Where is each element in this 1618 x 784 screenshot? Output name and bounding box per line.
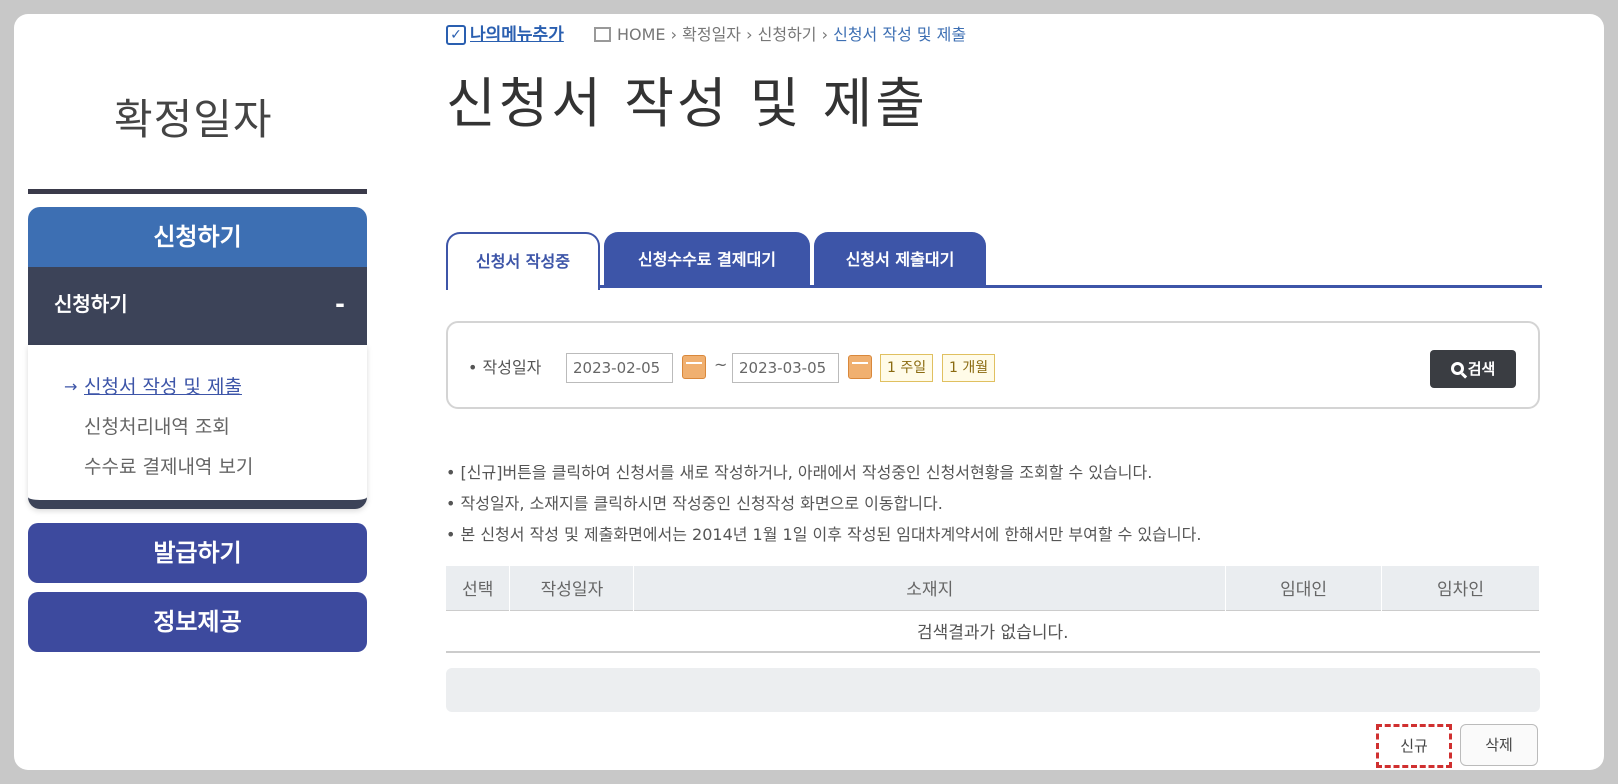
nav-issue-button[interactable]: 발급하기 bbox=[28, 523, 367, 583]
nav-apply-main[interactable]: 신청하기 bbox=[28, 207, 367, 267]
breadcrumb-item[interactable]: 확정일자 bbox=[682, 25, 741, 44]
note-line: • [신규]버튼을 클릭하여 신청서를 새로 작성하거나, 아래에서 작성중인 … bbox=[446, 463, 1153, 482]
search-panel: • 작성일자 ~ 1 주일 1 개월 검색 bbox=[446, 321, 1540, 409]
breadcrumb-separator: › bbox=[746, 25, 753, 44]
tab-fee-payment[interactable]: 신청수수료 결제대기 bbox=[604, 232, 810, 288]
table-header-row: 선택 작성일자 소재지 임대인 임차인 bbox=[446, 566, 1540, 610]
breadcrumb-current: 신청서 작성 및 제출 bbox=[833, 25, 967, 44]
arrow-right-icon: → bbox=[64, 377, 78, 396]
col-location: 소재지 bbox=[633, 566, 1227, 610]
nav-sub-list: → 신청서 작성 및 제출 신청처리내역 조회 수수료 결제내역 보기 bbox=[28, 345, 367, 509]
nav-apply-sub-label: 신청하기 bbox=[54, 292, 128, 316]
search-button-label: 검색 bbox=[1467, 360, 1496, 378]
calendar-icon[interactable] bbox=[682, 355, 706, 379]
breadcrumb-separator: › bbox=[670, 25, 678, 44]
date-from-input[interactable] bbox=[566, 353, 673, 383]
sidebar-item-payment-history[interactable]: 수수료 결제내역 보기 bbox=[28, 447, 367, 487]
sidebar-item-label: 수수료 결제내역 보기 bbox=[84, 456, 254, 478]
breadcrumb-separator: › bbox=[821, 25, 829, 44]
col-select: 선택 bbox=[446, 566, 511, 610]
search-button[interactable]: 검색 bbox=[1430, 350, 1516, 388]
date-label: • 작성일자 bbox=[468, 358, 542, 377]
date-range-tilde: ~ bbox=[714, 355, 728, 374]
col-tenant: 임차인 bbox=[1381, 566, 1540, 610]
sidebar-item-label: 신청처리내역 조회 bbox=[84, 416, 230, 438]
tab-writing[interactable]: 신청서 작성중 bbox=[446, 232, 600, 290]
delete-button[interactable]: 삭제 bbox=[1460, 724, 1538, 766]
col-date: 작성일자 bbox=[509, 566, 635, 610]
one-week-button[interactable]: 1 주일 bbox=[880, 354, 934, 382]
add-my-menu-label: 나의메뉴추가 bbox=[470, 25, 564, 45]
col-landlord: 임대인 bbox=[1225, 566, 1383, 610]
add-my-menu-link[interactable]: ✓ 나의메뉴추가 bbox=[446, 20, 564, 45]
sidebar-title: 확정일자 bbox=[114, 95, 273, 144]
note-line: • 본 신청서 작성 및 제출화면에서는 2014년 1월 1일 이후 작성된 … bbox=[446, 525, 1202, 544]
nav-info-button[interactable]: 정보제공 bbox=[28, 592, 367, 652]
sidebar-divider bbox=[28, 189, 367, 194]
sidebar-item-process-history[interactable]: 신청처리내역 조회 bbox=[28, 407, 367, 447]
calendar-icon[interactable] bbox=[848, 355, 872, 379]
note-line: • 작성일자, 소재지를 클릭하시면 작성중인 신청작성 화면으로 이동합니다. bbox=[446, 494, 943, 513]
nav-apply-sub[interactable]: 신청하기 - bbox=[28, 267, 367, 345]
pagination-area bbox=[446, 668, 1540, 712]
sidebar-item-label: 신청서 작성 및 제출 bbox=[84, 376, 242, 398]
breadcrumb-item[interactable]: 신청하기 bbox=[758, 25, 817, 44]
breadcrumb: HOME › 확정일자 › 신청하기 › 신청서 작성 및 제출 bbox=[594, 21, 966, 45]
info-notes: • [신규]버튼을 클릭하여 신청서를 새로 작성하거나, 아래에서 작성중인 … bbox=[446, 457, 1201, 550]
application-table: 선택 작성일자 소재지 임대인 임차인 검색결과가 없습니다. bbox=[446, 566, 1540, 653]
empty-result-message: 검색결과가 없습니다. bbox=[446, 609, 1540, 653]
home-icon bbox=[594, 27, 611, 42]
one-month-button[interactable]: 1 개월 bbox=[942, 354, 996, 382]
new-button[interactable]: 신규 bbox=[1376, 724, 1452, 768]
collapse-icon[interactable]: - bbox=[335, 267, 345, 341]
sidebar-item-application-write[interactable]: → 신청서 작성 및 제출 bbox=[28, 367, 367, 407]
date-to-input[interactable] bbox=[732, 353, 839, 383]
page-title: 신청서 작성 및 제출 bbox=[446, 72, 928, 135]
breadcrumb-home[interactable]: HOME bbox=[617, 25, 666, 44]
tab-submit-waiting[interactable]: 신청서 제출대기 bbox=[814, 232, 986, 288]
checkbox-icon: ✓ bbox=[446, 25, 466, 45]
search-icon bbox=[1450, 362, 1464, 375]
main-card: 확정일자 신청하기 신청하기 - → 신청서 작성 및 제출 신청처리내역 조회… bbox=[14, 14, 1604, 770]
table-row: 검색결과가 없습니다. bbox=[446, 609, 1540, 653]
